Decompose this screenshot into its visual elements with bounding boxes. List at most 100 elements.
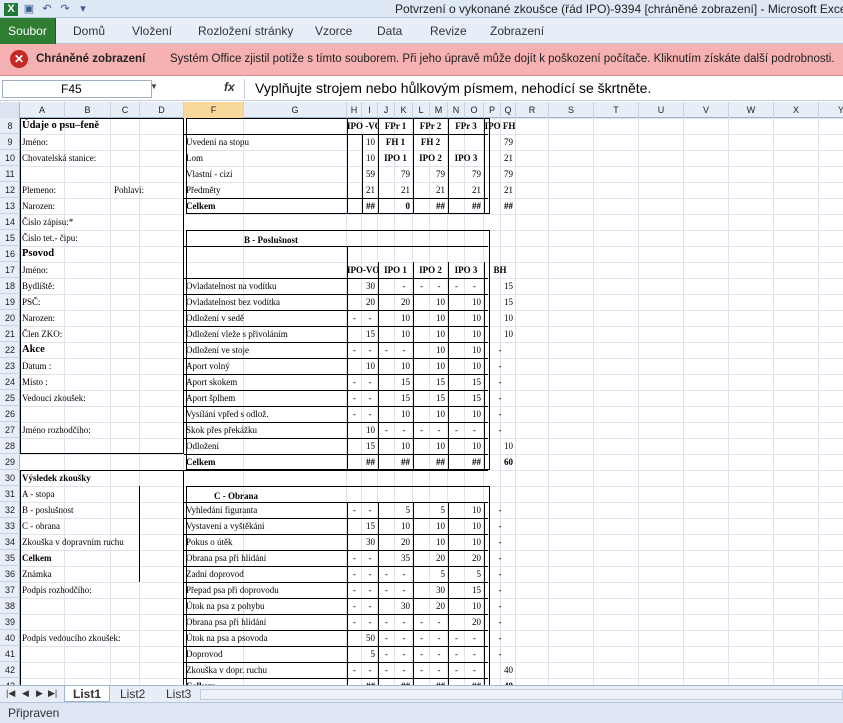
tab-rozlozeni[interactable]: Rozložení stránky — [198, 24, 293, 38]
column-header[interactable]: R — [516, 102, 549, 118]
column-header[interactable]: D — [140, 102, 184, 118]
table-rule — [484, 502, 485, 685]
row-header[interactable]: 25 — [0, 390, 20, 406]
customize-icon[interactable]: ▾ — [76, 3, 90, 16]
column-header[interactable]: U — [639, 102, 684, 118]
row-header[interactable]: 11 — [0, 166, 20, 182]
c-cell: - — [498, 617, 502, 627]
row-header[interactable]: 21 — [0, 326, 20, 342]
last-sheet-icon[interactable]: ▶| — [48, 688, 57, 699]
row-header[interactable]: 12 — [0, 182, 20, 198]
column-header[interactable]: F — [184, 102, 244, 118]
column-header[interactable]: G — [244, 102, 347, 118]
row-header[interactable]: 13 — [0, 198, 20, 214]
insert-function-icon[interactable]: fx — [224, 80, 235, 94]
row-header[interactable]: 9 — [0, 134, 20, 150]
name-box[interactable]: F45 — [2, 80, 152, 98]
tab-revize[interactable]: Revize — [430, 24, 467, 38]
row-header[interactable]: 39 — [0, 614, 20, 630]
column-header[interactable]: C — [111, 102, 140, 118]
row-header[interactable]: 16 — [0, 246, 20, 262]
column-header[interactable]: H — [347, 102, 362, 118]
worksheet-grid[interactable]: ABCDFGHIJKLMNOPQRSTUVWXY 891011121314151… — [0, 102, 843, 685]
row-header[interactable]: 38 — [0, 598, 20, 614]
column-header[interactable]: Y — [819, 102, 843, 118]
save-icon[interactable]: ▣ — [22, 3, 36, 16]
row-header[interactable]: 28 — [0, 438, 20, 454]
row-header[interactable]: 17 — [0, 262, 20, 278]
row-header[interactable]: 30 — [0, 470, 20, 486]
column-header[interactable]: V — [684, 102, 729, 118]
row-header[interactable]: 42 — [0, 662, 20, 678]
protected-view-bar[interactable]: ✕ Chráněné zobrazení Systém Office zjist… — [0, 44, 843, 76]
column-header[interactable]: S — [549, 102, 594, 118]
row-header[interactable]: 19 — [0, 294, 20, 310]
row-header[interactable]: 33 — [0, 518, 20, 534]
row-header[interactable]: 22 — [0, 342, 20, 358]
prev-sheet-icon[interactable]: ◀ — [22, 688, 29, 699]
horizontal-scrollbar[interactable] — [200, 689, 843, 700]
row-header[interactable]: 29 — [0, 454, 20, 470]
label-jmeno: Jméno: — [22, 137, 48, 147]
row-header[interactable]: 36 — [0, 566, 20, 582]
row-header[interactable]: 32 — [0, 502, 20, 518]
row-header[interactable]: 40 — [0, 630, 20, 646]
row-header[interactable]: 27 — [0, 422, 20, 438]
row-header[interactable]: 18 — [0, 278, 20, 294]
row-header[interactable]: 14 — [0, 214, 20, 230]
protected-view-message[interactable]: Systém Office zjistil potíže s tímto sou… — [170, 53, 835, 65]
row-header[interactable]: 15 — [0, 230, 20, 246]
tab-vlozeni[interactable]: Vložení — [132, 24, 172, 38]
select-all-corner[interactable] — [0, 102, 20, 118]
file-tab[interactable]: Soubor — [0, 18, 56, 44]
sheet-tab-list2[interactable]: List2 — [112, 686, 153, 702]
next-sheet-icon[interactable]: ▶ — [36, 688, 43, 699]
row-header[interactable]: 34 — [0, 534, 20, 550]
column-header[interactable]: L — [413, 102, 430, 118]
label-celkem: Celkem — [22, 553, 52, 563]
column-header[interactable]: M — [430, 102, 448, 118]
row-header[interactable]: 24 — [0, 374, 20, 390]
redo-icon[interactable]: ↷ — [58, 3, 72, 16]
row-header[interactable]: 31 — [0, 486, 20, 502]
first-sheet-icon[interactable]: |◀ — [6, 688, 15, 699]
chevron-down-icon[interactable]: ▼ — [150, 82, 158, 91]
row-header[interactable]: 23 — [0, 358, 20, 374]
row-header[interactable]: 35 — [0, 550, 20, 566]
column-header[interactable]: A — [20, 102, 65, 118]
column-header[interactable]: Q — [501, 102, 516, 118]
column-header[interactable]: B — [65, 102, 111, 118]
row-header[interactable]: 43 — [0, 678, 20, 685]
c-cell: 30 — [366, 537, 375, 547]
tab-data[interactable]: Data — [377, 24, 402, 38]
tab-domu[interactable]: Domů — [73, 24, 105, 38]
tab-vzorce[interactable]: Vzorce — [315, 24, 352, 38]
row-header[interactable]: 20 — [0, 310, 20, 326]
column-header[interactable]: X — [774, 102, 819, 118]
undo-icon[interactable]: ↶ — [40, 3, 54, 16]
column-header[interactable]: K — [395, 102, 413, 118]
column-header[interactable]: T — [594, 102, 639, 118]
formula-input[interactable]: Vyplňujte strojem nebo hůlkovým písmem, … — [244, 79, 841, 99]
c-row-label: Celkem — [184, 678, 345, 685]
c-cell: - — [368, 505, 372, 515]
row-header[interactable]: 41 — [0, 646, 20, 662]
column-header[interactable]: J — [378, 102, 395, 118]
excel-icon[interactable]: X — [4, 2, 18, 16]
row-header[interactable]: 10 — [0, 150, 20, 166]
row-header[interactable]: 26 — [0, 406, 20, 422]
column-header[interactable]: P — [484, 102, 501, 118]
row-header[interactable]: 8 — [0, 118, 20, 134]
b-col-header: IPO 1 — [384, 265, 407, 275]
row-header[interactable]: 37 — [0, 582, 20, 598]
sheet-tab-list3[interactable]: List3 — [158, 686, 199, 702]
column-header[interactable]: W — [729, 102, 774, 118]
sheet-cells[interactable]: Údaje o psu–feně Jméno: Chovatelská stan… — [20, 118, 843, 685]
b-row-label: Odložení — [186, 441, 219, 451]
column-header[interactable]: N — [448, 102, 465, 118]
sheet-tab-list1[interactable]: List1 — [64, 686, 111, 702]
tab-zobrazeni[interactable]: Zobrazení — [490, 24, 544, 38]
column-header[interactable]: O — [465, 102, 484, 118]
column-header[interactable]: I — [362, 102, 378, 118]
title-bar: X ▣ ↶ ↷ ▾ Potvrzení o vykonané zkoušce (… — [0, 0, 843, 18]
